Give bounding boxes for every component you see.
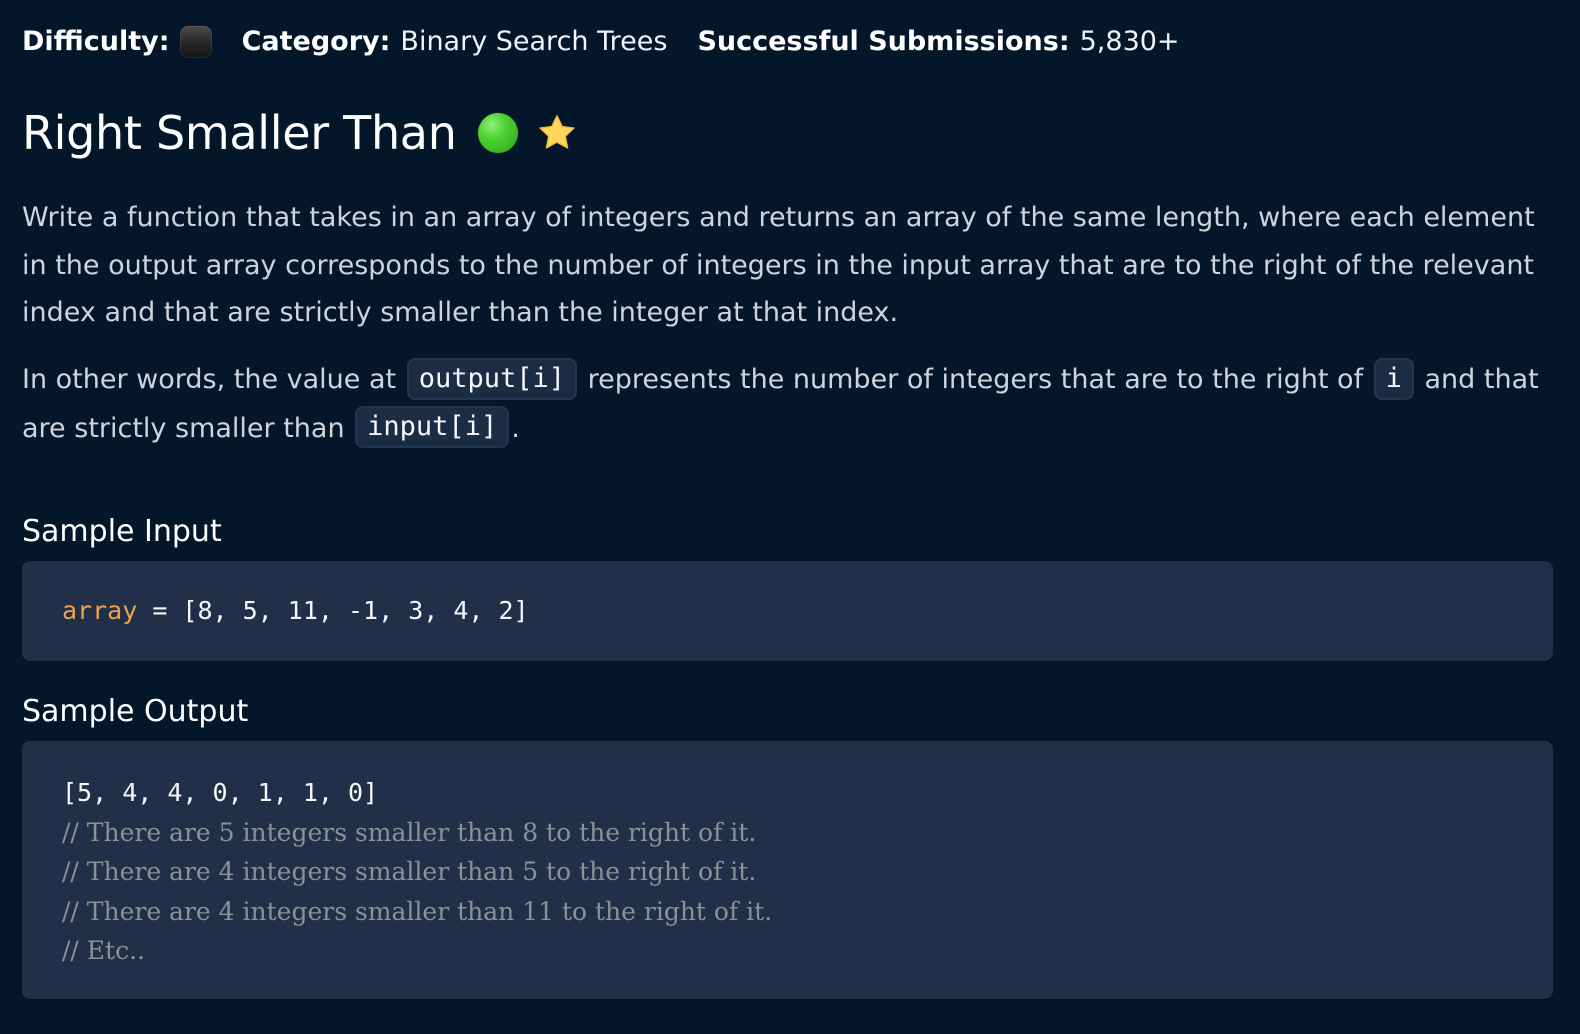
problem-meta: Difficulty: Category: Binary Search Tree… (22, 22, 1210, 62)
sample-output-comment-line: // There are 5 integers smaller than 8 t… (62, 817, 757, 847)
difficulty-square-icon (179, 26, 212, 58)
difficulty-label: Difficulty: (22, 26, 170, 57)
sample-input-variable: array (62, 596, 138, 625)
inline-code-i: i (1373, 357, 1414, 400)
category-label: Category: (241, 26, 391, 57)
star-icon[interactable] (536, 112, 578, 154)
sample-output-code-block: [5, 4, 4, 0, 1, 1, 0] // There are 5 int… (22, 741, 1553, 999)
sample-input-code-block: array = [8, 5, 11, -1, 3, 4, 2] (22, 561, 1553, 661)
sample-output-result-line: [5, 4, 4, 0, 1, 1, 0] (62, 778, 379, 807)
sample-input-title: Sample Input (22, 514, 222, 549)
problem-page: Difficulty: Category: Binary Search Tree… (0, 0, 1580, 1034)
sample-input-line: array = [8, 5, 11, -1, 3, 4, 2] (62, 591, 1553, 631)
description-text-part-2: represents the number of integers that a… (579, 364, 1372, 395)
sample-output-comment-line: // Etc.. (62, 936, 145, 965)
sample-output-title: Sample Output (22, 694, 249, 729)
problem-description-paragraph-2: In other words, the value at output[i] r… (22, 356, 1548, 453)
title-row: Right Smaller Than (22, 102, 578, 164)
sample-input-code: = [8, 5, 11, -1, 3, 4, 2] (137, 596, 529, 625)
difficulty-group: Difficulty: (22, 22, 212, 62)
category-value: Binary Search Trees (400, 26, 668, 57)
sample-output-comment-line: // There are 4 integers smaller than 11 … (62, 896, 773, 926)
description-text-part-4: . (511, 412, 520, 444)
green-dot-icon (477, 113, 518, 153)
sample-output-comment-line: // There are 4 integers smaller than 5 t… (62, 857, 757, 886)
problem-description-paragraph-1: Write a function that takes in an array … (22, 202, 1535, 328)
inline-code-input-i: input[i] (355, 406, 510, 448)
category-group: Category: Binary Search Trees (242, 22, 668, 62)
submissions-value: 5,830+ (1079, 26, 1180, 57)
description-text-part-1: In other words, the value at (22, 364, 405, 395)
submissions-group: Successful Submissions: 5,830+ (697, 22, 1179, 62)
submissions-label: Successful Submissions: (697, 26, 1070, 57)
inline-code-output-i: output[i] (406, 357, 578, 400)
problem-title: Right Smaller Than (22, 106, 457, 160)
